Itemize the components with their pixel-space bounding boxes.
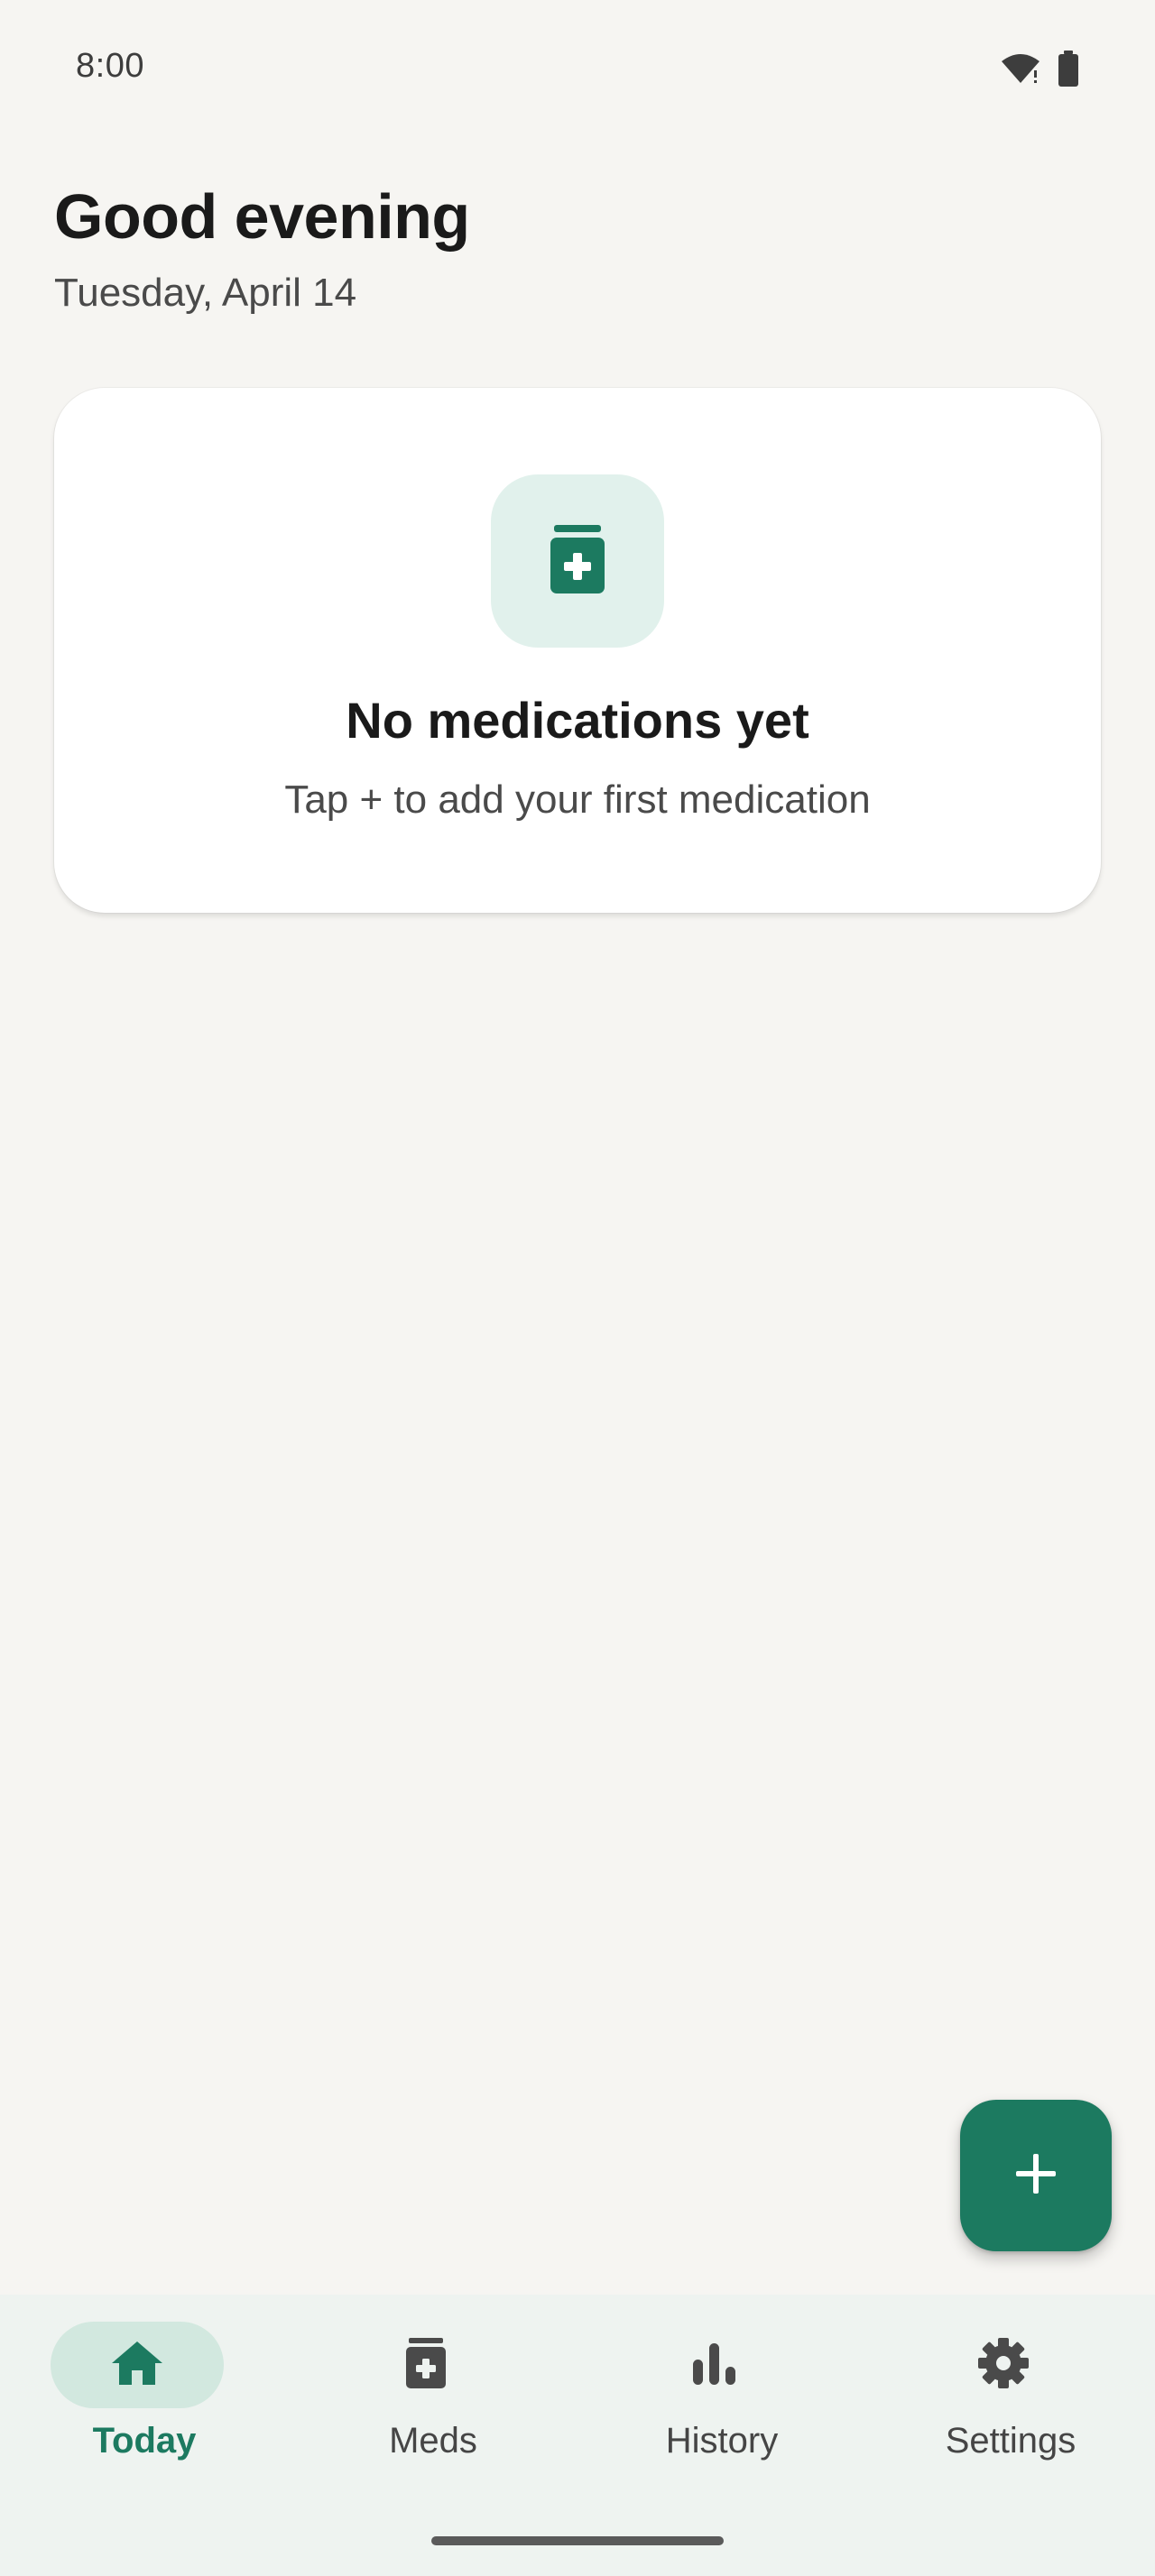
wifi-alert-icon bbox=[1000, 52, 1041, 89]
nav-item-history[interactable]: History bbox=[578, 2295, 866, 2511]
status-bar: 8:00 bbox=[0, 0, 1155, 135]
status-time: 8:00 bbox=[76, 47, 144, 85]
nav-item-today[interactable]: Today bbox=[0, 2295, 289, 2511]
nav-label-meds: Meds bbox=[389, 2421, 477, 2461]
nav-label-settings: Settings bbox=[945, 2421, 1076, 2461]
medication-bottle-icon bbox=[550, 524, 605, 598]
nav-item-settings[interactable]: Settings bbox=[866, 2295, 1155, 2511]
add-medication-button[interactable] bbox=[960, 2100, 1112, 2251]
gear-icon bbox=[976, 2336, 1030, 2395]
nav-label-today: Today bbox=[92, 2421, 197, 2461]
empty-state-icon-container bbox=[491, 474, 664, 648]
bottom-navigation: Today Meds History Settings bbox=[0, 2295, 1155, 2576]
nav-today-pill bbox=[51, 2322, 224, 2408]
greeting-title: Good evening bbox=[54, 181, 470, 252]
medication-bottle-icon bbox=[406, 2337, 446, 2393]
home-indicator[interactable] bbox=[431, 2536, 724, 2545]
nav-label-history: History bbox=[665, 2421, 779, 2461]
battery-icon bbox=[1058, 51, 1079, 91]
empty-state-title: No medications yet bbox=[346, 692, 809, 749]
current-date: Tuesday, April 14 bbox=[54, 271, 357, 315]
nav-meds-pill bbox=[339, 2322, 513, 2408]
status-icons bbox=[1000, 51, 1079, 91]
empty-state-subtitle: Tap + to add your first medication bbox=[284, 777, 871, 822]
nav-settings-pill bbox=[917, 2322, 1090, 2408]
home-icon bbox=[110, 2340, 164, 2391]
empty-state-card: No medications yet Tap + to add your fir… bbox=[54, 388, 1101, 913]
plus-icon bbox=[1014, 2152, 1058, 2200]
nav-history-pill bbox=[628, 2322, 801, 2408]
nav-item-meds[interactable]: Meds bbox=[289, 2295, 578, 2511]
bar-chart-icon bbox=[691, 2341, 738, 2389]
